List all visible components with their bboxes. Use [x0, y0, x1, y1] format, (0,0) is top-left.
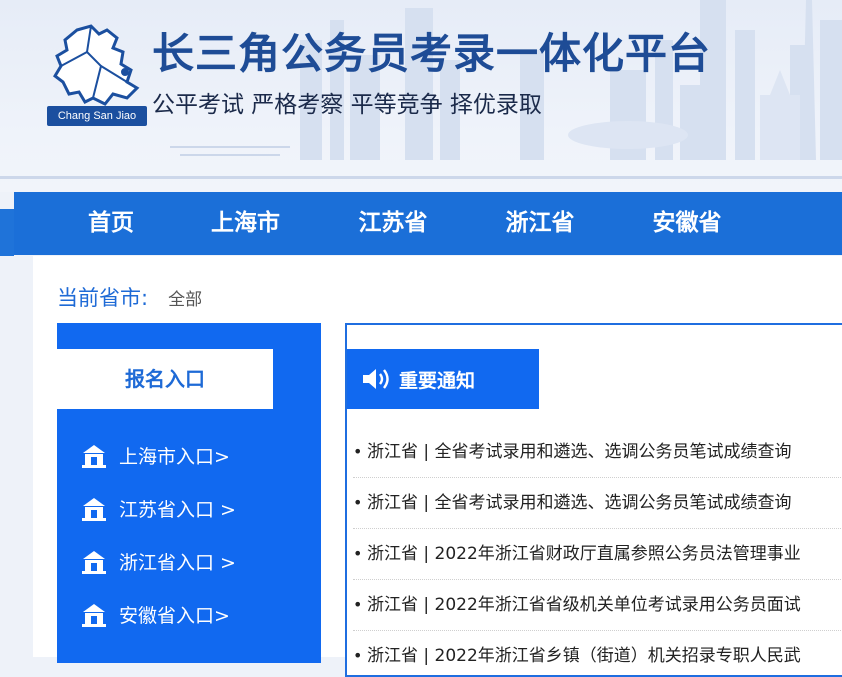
entry-list: 上海市入口> 江苏省入口 > 浙江省入口 > 安徽省入口> [81, 429, 236, 641]
notice-item[interactable]: • 浙江省 | 2022年浙江省省级机关单位考试录用公务员面试 [353, 580, 842, 631]
building-icon [82, 444, 106, 468]
site-slogan: 公平考试 严格考察 平等竞争 择优录取 [152, 92, 542, 118]
main-content: 当前省市: 全部 报名入口 上海市入口> 江苏省入口 > 浙江省入口 > 安徽省… [33, 256, 842, 677]
notice-item[interactable]: • 浙江省 | 2022年浙江省财政厅直属参照公务员法管理事业 [353, 529, 842, 580]
notice-tab[interactable]: 重要通知 [347, 349, 539, 409]
current-province: 当前省市: 全部 [57, 282, 202, 312]
building-icon [82, 550, 106, 574]
entry-label: 江苏省入口 > [119, 499, 236, 521]
nav-anhui[interactable]: 安徽省 [577, 192, 797, 255]
notice-text: 浙江省 | 2022年浙江省省级机关单位考试录用公务员面试 [367, 595, 801, 615]
entry-label: 安徽省入口> [119, 605, 230, 627]
bullet: • [353, 595, 363, 614]
notice-list: • 浙江省 | 全省考试录用和遴选、选调公务员笔试成绩查询 • 浙江省 | 全省考试… [353, 427, 842, 675]
entry-anhui[interactable]: 安徽省入口> [81, 588, 236, 641]
nav-zhejiang[interactable]: 浙江省 [503, 192, 577, 255]
bullet: • [353, 544, 363, 563]
nav-home[interactable]: 首页 [14, 192, 208, 255]
entry-jiangsu[interactable]: 江苏省入口 > [81, 482, 236, 535]
notice-item[interactable]: • 浙江省 | 全省考试录用和遴选、选调公务员笔试成绩查询 [353, 478, 842, 529]
entry-shanghai[interactable]: 上海市入口> [81, 429, 236, 482]
entry-zhejiang[interactable]: 浙江省入口 > [81, 535, 236, 588]
registration-panel: 报名入口 上海市入口> 江苏省入口 > 浙江省入口 > 安徽省入口> [57, 323, 321, 663]
nav-jiangsu[interactable]: 江苏省 [283, 192, 503, 255]
bullet: • [353, 442, 363, 461]
bullet: • [353, 493, 363, 512]
left-accent-stripe [0, 209, 14, 256]
building-icon [82, 603, 106, 627]
notice-item[interactable]: • 浙江省 | 2022年浙江省乡镇（街道）机关招录专职人民武 [353, 631, 842, 675]
bullet: • [353, 646, 363, 665]
notice-tab-label: 重要通知 [399, 369, 476, 392]
yangtze-delta-map-icon [53, 24, 140, 106]
registration-tab[interactable]: 报名入口 [57, 349, 273, 409]
notice-text: 浙江省 | 全省考试录用和遴选、选调公务员笔试成绩查询 [367, 442, 792, 462]
speaker-icon [363, 369, 389, 389]
logo[interactable]: Chang San Jiao [47, 22, 151, 126]
building-icon [82, 497, 106, 521]
entry-label: 上海市入口> [119, 446, 230, 468]
province-value[interactable]: 全部 [168, 285, 202, 310]
main-nav: 首页 上海市 江苏省 浙江省 安徽省 [14, 192, 842, 255]
entry-label: 浙江省入口 > [119, 552, 236, 574]
site-title: 长三角公务员考录一体化平台 [152, 29, 712, 78]
notice-text: 浙江省 | 2022年浙江省乡镇（街道）机关招录专职人民武 [367, 646, 801, 666]
notice-panel: 重要通知 • 浙江省 | 全省考试录用和遴选、选调公务员笔试成绩查询 • 浙江省 |… [345, 323, 842, 677]
notice-text: 浙江省 | 全省考试录用和遴选、选调公务员笔试成绩查询 [367, 493, 792, 513]
province-label: 当前省市: [57, 286, 149, 310]
nav-shanghai[interactable]: 上海市 [208, 192, 283, 255]
logo-badge: Chang San Jiao [47, 106, 147, 126]
site-header: Chang San Jiao 长三角公务员考录一体化平台 公平考试 严格考察 平… [0, 0, 842, 192]
notice-text: 浙江省 | 2022年浙江省财政厅直属参照公务员法管理事业 [367, 544, 801, 564]
notice-item[interactable]: • 浙江省 | 全省考试录用和遴选、选调公务员笔试成绩查询 [353, 427, 842, 478]
